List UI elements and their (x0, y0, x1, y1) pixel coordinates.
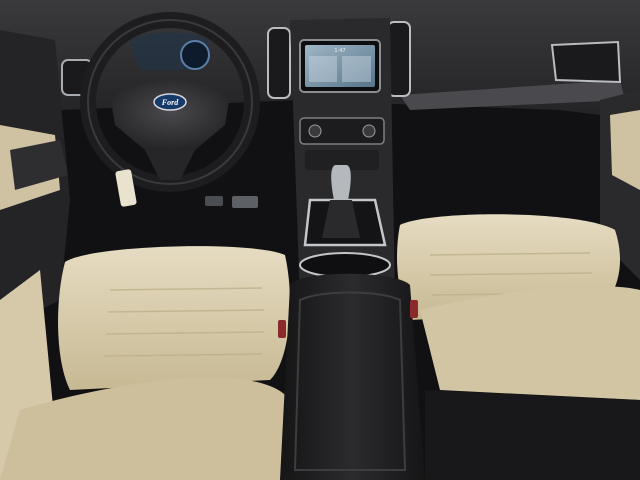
speedometer (180, 40, 210, 70)
left-knob (308, 124, 322, 138)
passenger-seat-cushion (420, 286, 640, 400)
driver-seat-back (58, 246, 291, 390)
gear-shift-knob (331, 165, 351, 200)
screen-tile-right (342, 56, 371, 82)
left-seatbelt-buckle (278, 320, 286, 338)
center-left-vent (267, 27, 291, 99)
brake-pedal (232, 196, 258, 208)
right-seatbelt-buckle (410, 300, 418, 318)
right-vent (550, 40, 622, 84)
screen-clock: 1:47 (334, 48, 345, 54)
cup-holders (299, 252, 391, 278)
center-right-vent (387, 21, 411, 97)
right-knob (362, 124, 376, 138)
car-interior-photo: 1:47 Ford (0, 0, 640, 480)
rear-floor (425, 390, 640, 480)
dead-pedal (205, 196, 223, 206)
interior-illustration: 1:47 Ford (0, 0, 640, 480)
ford-badge-text: Ford (161, 98, 179, 107)
screen-tile-left (309, 56, 337, 82)
